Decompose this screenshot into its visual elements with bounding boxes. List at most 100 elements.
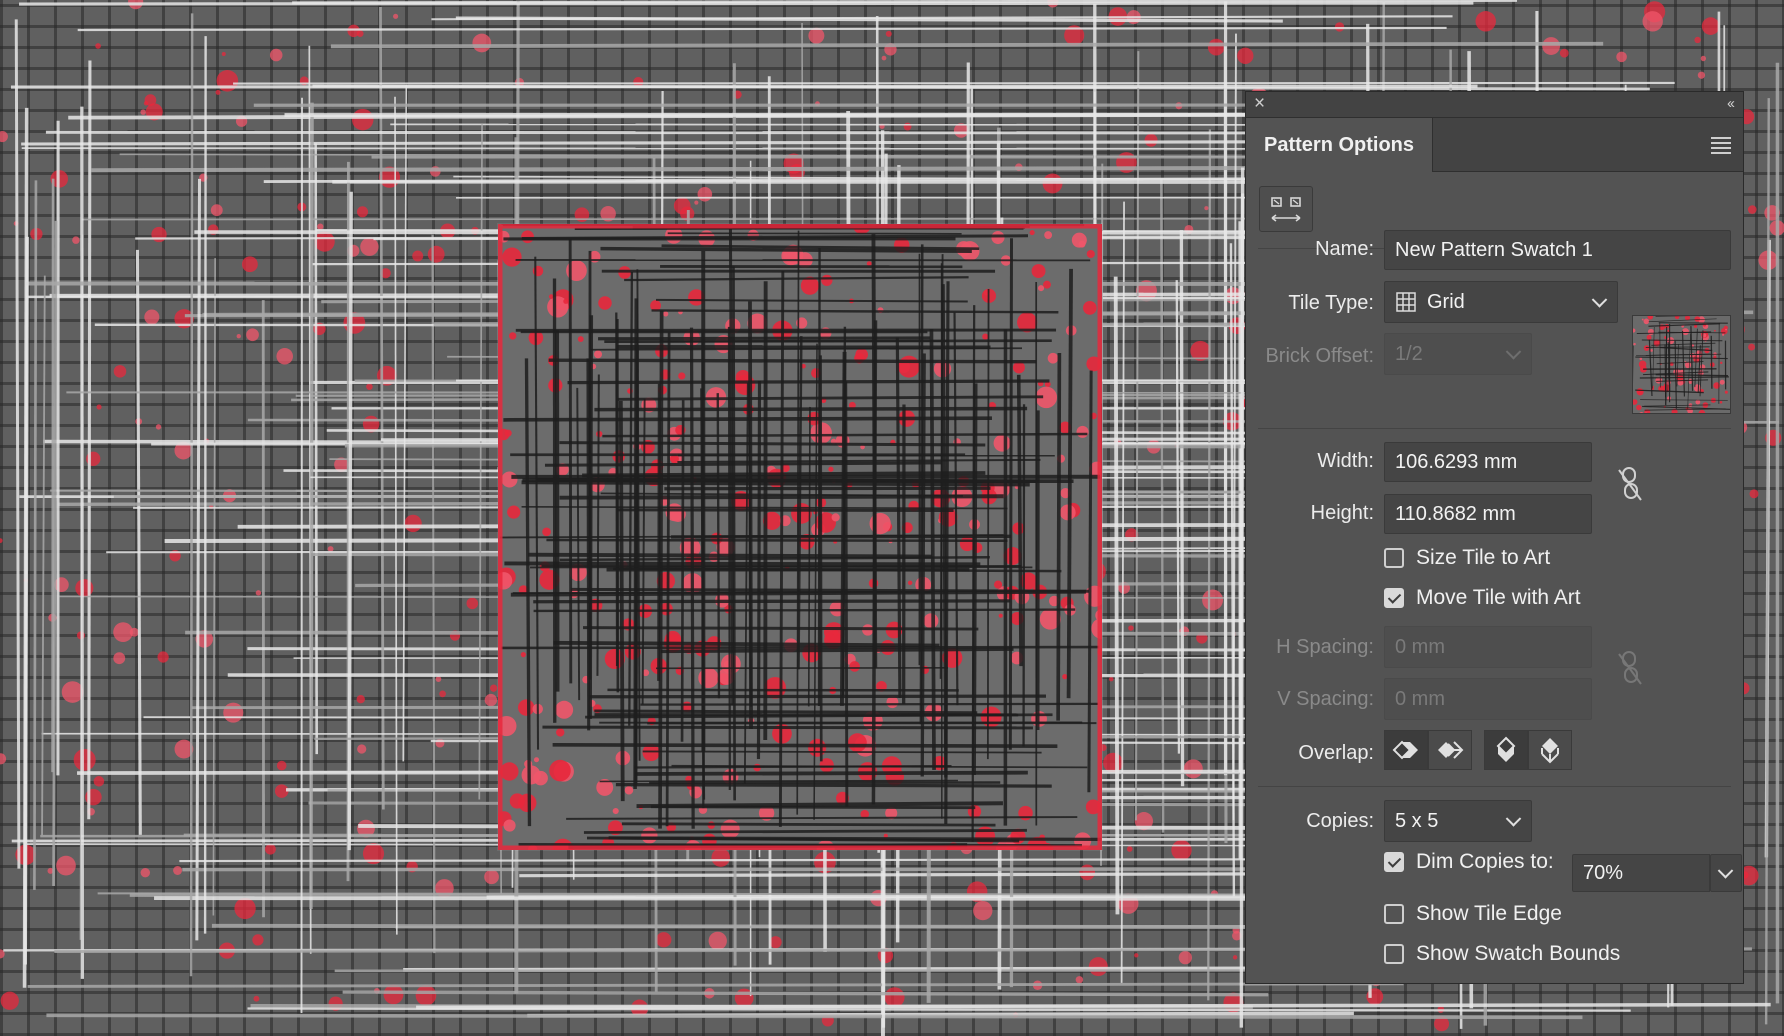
paint-splatter <box>0 130 8 143</box>
overlap-left-in-front-button[interactable] <box>1384 730 1428 770</box>
hatch-stroke <box>524 358 532 827</box>
paint-splatter <box>1639 412 1644 413</box>
hatch-stroke <box>588 694 1046 699</box>
name-input[interactable]: New Pattern Swatch 1 <box>1384 230 1731 270</box>
pattern-tile-tool-icon <box>1271 197 1301 222</box>
panel-menu-icon[interactable] <box>1711 137 1731 157</box>
hatch-stroke <box>607 688 959 692</box>
paint-splatter <box>73 748 96 771</box>
dim-copies-dropdown[interactable] <box>1710 854 1742 892</box>
paint-splatter <box>1636 388 1643 395</box>
paint-splatter <box>1031 264 1046 279</box>
paint-splatter <box>973 900 993 921</box>
paint-splatter <box>1694 316 1701 322</box>
hatch-stroke <box>233 81 1675 85</box>
show-swatch-bounds-checkbox[interactable]: Show Swatch Bounds <box>1384 942 1620 966</box>
hatch-stroke <box>660 647 1014 654</box>
paint-splatter <box>656 932 672 948</box>
paint-splatter <box>234 897 256 920</box>
hatch-stroke <box>548 358 1037 364</box>
hatch-stroke <box>570 587 1090 593</box>
paint-splatter <box>993 434 1011 452</box>
dim-copies-checkbox[interactable]: Dim Copies to: <box>1384 850 1554 874</box>
width-input[interactable]: 106.6293 mm <box>1384 442 1592 482</box>
paint-splatter <box>1647 316 1654 320</box>
collapse-icon[interactable]: ‹‹ <box>1727 95 1735 113</box>
tile-type-select[interactable]: Grid <box>1384 281 1618 323</box>
overlap-icon <box>1438 741 1464 759</box>
paint-splatter <box>93 776 105 787</box>
paint-splatter <box>236 334 241 339</box>
hatch-stroke <box>91 165 1340 173</box>
checkbox[interactable] <box>1384 852 1404 872</box>
paint-splatter <box>466 597 479 610</box>
paint-splatter <box>1697 71 1706 79</box>
paint-splatter <box>276 347 293 365</box>
hatch-stroke <box>347 191 353 851</box>
paint-splatter <box>151 226 167 243</box>
overlap-right-in-front-button[interactable] <box>1428 730 1472 770</box>
hatch-stroke <box>394 924 1329 929</box>
close-icon[interactable]: × <box>1254 94 1265 113</box>
hatch-stroke <box>664 486 991 491</box>
hatch-stroke <box>203 36 207 934</box>
checkbox[interactable] <box>1384 588 1404 608</box>
hatch-stroke <box>189 13 194 977</box>
paint-splatter <box>404 514 422 533</box>
paint-splatter <box>594 350 603 359</box>
paint-splatter <box>612 807 619 815</box>
link-icon[interactable] <box>1615 464 1645 504</box>
move-tile-with-art-checkbox[interactable]: Move Tile with Art <box>1384 586 1581 610</box>
paint-splatter <box>1722 333 1725 336</box>
copies-select[interactable]: 5 x 5 <box>1384 800 1532 842</box>
paint-splatter <box>563 298 569 304</box>
paint-splatter <box>808 738 827 757</box>
paint-splatter <box>1674 316 1680 320</box>
paint-splatter <box>415 985 437 1006</box>
size-tile-to-art-checkbox[interactable]: Size Tile to Art <box>1384 546 1550 570</box>
v-spacing-label: V Spacing: <box>1277 688 1374 710</box>
tab-pattern-options[interactable]: Pattern Options <box>1246 118 1434 172</box>
paint-splatter <box>1204 206 1209 211</box>
hatch-stroke <box>604 339 1052 344</box>
paint-splatter <box>1047 352 1059 364</box>
paint-splatter <box>265 843 276 855</box>
height-input[interactable]: 110.8682 mm <box>1384 494 1592 534</box>
hatch-stroke <box>1120 201 1125 983</box>
paint-splatter <box>663 311 669 317</box>
pattern-tile-area[interactable] <box>497 223 1103 851</box>
brick-offset-value: 1/2 <box>1395 342 1423 365</box>
checkbox[interactable] <box>1384 548 1404 568</box>
paint-splatter <box>1748 343 1756 351</box>
overlap-top-in-front-button[interactable] <box>1484 730 1528 770</box>
hatch-stroke <box>689 327 695 829</box>
paint-splatter <box>356 695 365 704</box>
hatch-stroke <box>599 779 958 783</box>
paint-splatter <box>1725 328 1727 331</box>
paint-splatter <box>61 681 84 703</box>
paint-splatter <box>849 661 860 672</box>
checkbox[interactable] <box>1384 904 1404 924</box>
paint-splatter <box>1108 676 1114 682</box>
show-tile-edge-checkbox[interactable]: Show Tile Edge <box>1384 902 1562 926</box>
paint-splatter <box>1029 229 1035 236</box>
hatch-stroke <box>33 180 38 890</box>
hatch-stroke <box>309 102 314 910</box>
hatch-stroke <box>1056 353 1062 721</box>
paint-splatter <box>96 404 102 410</box>
paint-splatter <box>1079 864 1096 881</box>
paint-splatter <box>356 30 364 37</box>
checkbox[interactable] <box>1384 944 1404 964</box>
paint-splatter <box>1719 401 1723 404</box>
dim-copies-input[interactable]: 70% <box>1572 854 1710 892</box>
paint-splatter <box>923 613 939 629</box>
hatch-stroke <box>46 1013 1583 1020</box>
paint-splatter <box>549 759 571 782</box>
paint-splatter <box>144 309 160 325</box>
pattern-tile-tool-button[interactable] <box>1259 186 1313 232</box>
paint-splatter <box>508 332 517 340</box>
width-label: Width: <box>1317 450 1374 472</box>
paint-splatter <box>95 43 101 49</box>
paint-splatter <box>1646 334 1652 340</box>
overlap-bottom-in-front-button[interactable] <box>1528 730 1572 770</box>
